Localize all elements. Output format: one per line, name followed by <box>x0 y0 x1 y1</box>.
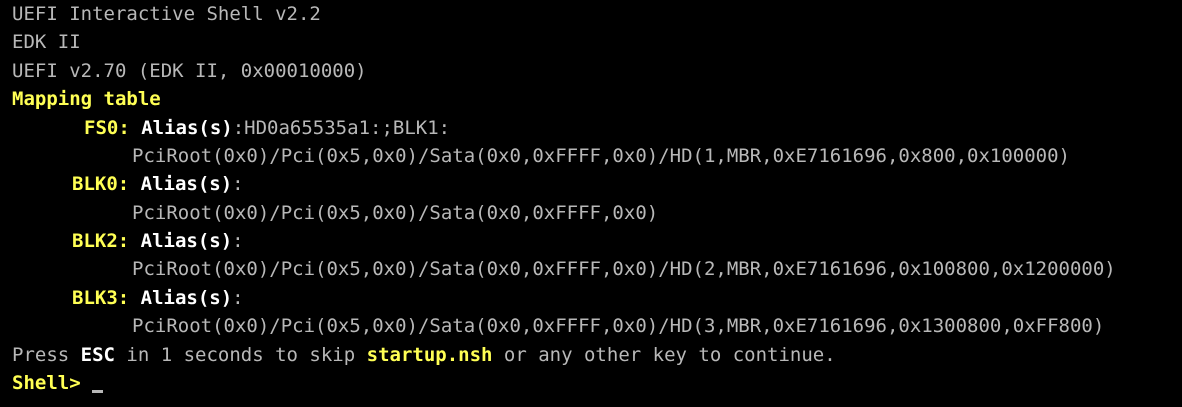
device-name: BLK3: <box>72 287 130 309</box>
startup-end-text: or any other key to continue. <box>492 344 836 366</box>
uefi-shell-screen[interactable]: UEFI Interactive Shell v2.2 EDK II UEFI … <box>0 0 1182 407</box>
alias-label: Alias(s) <box>140 287 233 309</box>
text-cursor <box>92 390 104 393</box>
shell-prompt: Shell> <box>12 372 81 394</box>
alias-value: :HD0a65535a1:;BLK1: <box>232 117 451 139</box>
device-path-blk2: PciRoot(0x0)/Pci(0x5,0x0)/Sata(0x0,0xFFF… <box>132 258 1116 280</box>
startup-mid-text: in 1 seconds to skip <box>114 344 367 366</box>
device-path-blk0: PciRoot(0x0)/Pci(0x5,0x0)/Sata(0x0,0xFFF… <box>132 202 659 224</box>
device-path-fs0: PciRoot(0x0)/Pci(0x5,0x0)/Sata(0x0,0xFFF… <box>132 145 1070 167</box>
startup-message: Press ESC in 1 seconds to skip startup.n… <box>12 341 836 369</box>
mapping-entry-blk3: BLK3: Alias(s): <box>72 284 244 312</box>
startup-script-name: startup.nsh <box>366 344 493 366</box>
shell-prompt-line[interactable]: Shell> <box>12 369 104 397</box>
device-name: BLK0: <box>72 173 130 195</box>
shell-version-line: UEFI Interactive Shell v2.2 <box>12 3 321 25</box>
alias-label: Alias(s) <box>140 173 233 195</box>
mapping-entry-blk2: BLK2: Alias(s): <box>72 227 244 255</box>
alias-value: : <box>232 287 244 309</box>
alias-value: : <box>232 230 244 252</box>
alias-label: Alias(s) <box>141 117 233 139</box>
firmware-line: EDK II <box>12 31 81 53</box>
mapping-entry-blk0: BLK0: Alias(s): <box>72 170 244 198</box>
uefi-version-line: UEFI v2.70 (EDK II, 0x00010000) <box>12 60 367 82</box>
mapping-entry-fs0: FS0: Alias(s):HD0a65535a1:;BLK1: <box>84 114 450 142</box>
device-name: BLK2: <box>72 230 130 252</box>
esc-key-label: ESC <box>80 344 115 366</box>
device-name: FS0: <box>84 117 130 139</box>
device-path-blk3: PciRoot(0x0)/Pci(0x5,0x0)/Sata(0x0,0xFFF… <box>132 315 1105 337</box>
startup-press-text: Press <box>12 344 81 366</box>
mapping-table-title: Mapping table <box>12 88 161 110</box>
alias-label: Alias(s) <box>140 230 233 252</box>
alias-value: : <box>232 173 244 195</box>
